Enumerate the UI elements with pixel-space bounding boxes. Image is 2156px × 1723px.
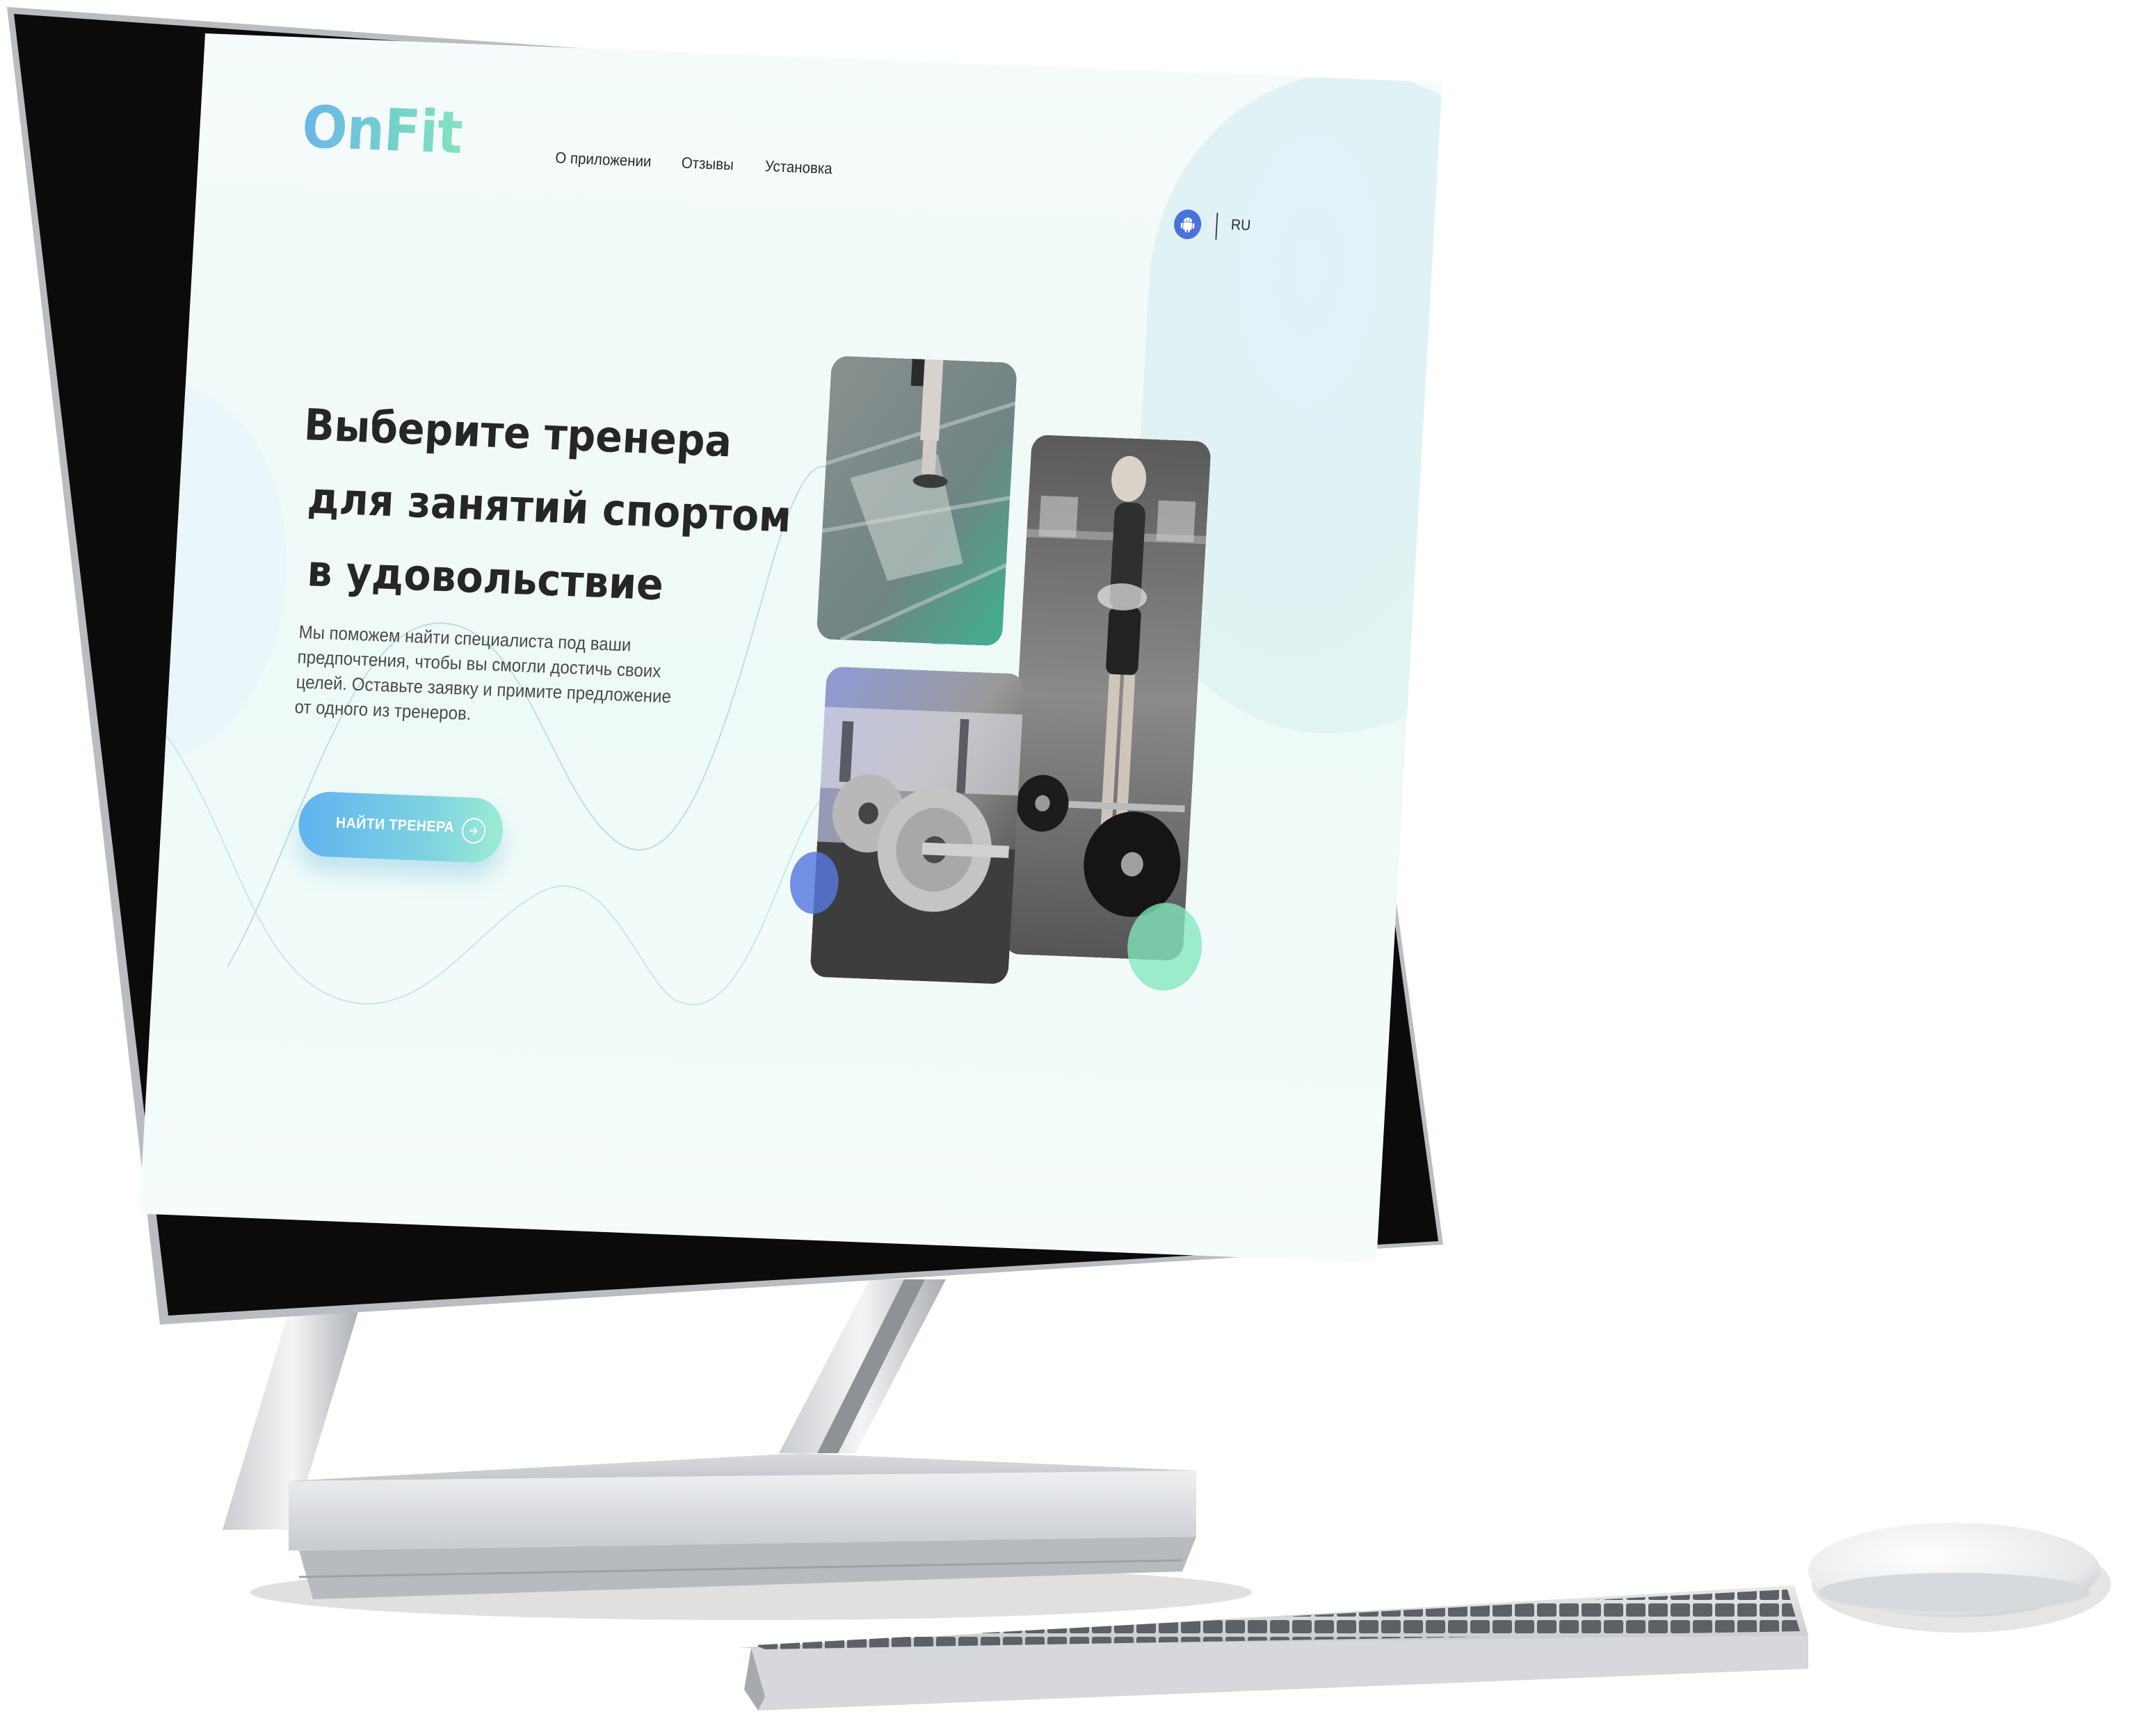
- photo-weight-plates: [810, 666, 1025, 985]
- language-switcher[interactable]: RU: [1230, 216, 1251, 234]
- nav-link-reviews[interactable]: Отзывы: [681, 154, 734, 174]
- webpage-screen: OnFit О приложении Отзывы Установка RU В…: [139, 33, 1442, 1263]
- find-trainer-button-label: НАЙТИ ТРЕНЕРА: [335, 814, 456, 836]
- logo-wordmark: OnFit: [300, 90, 465, 170]
- arrow-right-circle-icon: [461, 817, 487, 844]
- hero-title: Выберите тренера для занятий спортом в у…: [294, 389, 798, 626]
- photo-track-runner: [816, 355, 1017, 647]
- find-trainer-button[interactable]: НАЙТИ ТРЕНЕРА: [296, 791, 505, 864]
- photo-woman-barbell: [1003, 434, 1212, 961]
- hero-description: Мы поможем найти специалиста под ваши пр…: [293, 622, 672, 725]
- nav-link-about[interactable]: О приложении: [555, 149, 652, 171]
- nav-link-install[interactable]: Установка: [764, 157, 832, 178]
- onfit-logo[interactable]: OnFit: [300, 90, 508, 172]
